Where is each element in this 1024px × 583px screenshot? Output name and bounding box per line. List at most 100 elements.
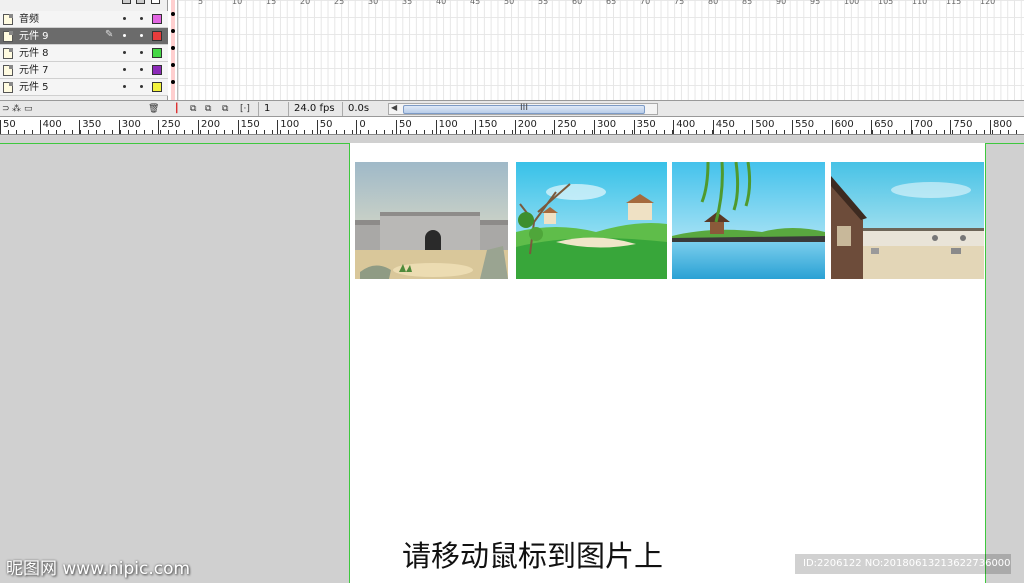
layer-name: 元件 7 — [19, 65, 49, 76]
stage-ruler-label: 150 — [237, 120, 260, 134]
frame-ruler-label: 120 — [980, 0, 996, 6]
stage-ruler-label: 100 — [435, 120, 458, 134]
add-layer-icon[interactable]: ⊃ — [2, 103, 10, 115]
scroll-grip: III — [520, 103, 528, 113]
visibility-dot[interactable] — [123, 68, 126, 71]
frame-ruler-label: 35 — [402, 0, 413, 6]
layer-row[interactable]: 元件 9 ✎ — [0, 28, 168, 45]
keyframe-dot[interactable] — [171, 29, 175, 33]
stage-ruler-label: 50 — [396, 120, 412, 134]
layer-name: 音频 — [19, 14, 39, 25]
layer-page-icon — [3, 65, 13, 76]
timeline-panel: 5 10 15 20 25 30 35 40 45 50 55 60 65 70 75 80 85 90 95 100… — [0, 0, 1024, 100]
frame-ruler-label: 45 — [470, 0, 481, 6]
stage-ruler-label: 50 — [316, 120, 333, 134]
layer-color-swatch[interactable] — [152, 14, 162, 24]
elapsed-time: 0.0s — [342, 102, 382, 116]
lock-dot[interactable] — [140, 17, 143, 20]
frame-ruler-label: 60 — [572, 0, 583, 6]
layer-page-icon — [3, 31, 13, 42]
stage-ruler-label: 300 — [594, 120, 616, 134]
outline-icon[interactable] — [151, 0, 160, 4]
lock-dot[interactable] — [140, 51, 143, 54]
eye-icon[interactable] — [122, 0, 131, 4]
lock-dot[interactable] — [140, 85, 143, 88]
edit-multiple-frames-icon[interactable]: ⧉ — [222, 103, 228, 115]
keyframe-dot[interactable] — [171, 12, 175, 16]
lake-pavilion-scene[interactable] — [672, 162, 825, 279]
flash-editor: 5 10 15 20 25 30 35 40 45 50 55 60 65 70 75 80 85 90 95 100… — [0, 0, 1024, 583]
frame-ruler-label: 85 — [742, 0, 753, 6]
layer-row[interactable]: 元件 5 — [0, 79, 168, 96]
layer-color-swatch[interactable] — [152, 82, 162, 92]
stage-ruler-label: 400 — [39, 120, 62, 134]
visibility-dot[interactable] — [123, 17, 126, 20]
layer-color-swatch[interactable] — [152, 65, 162, 75]
lock-dot[interactable] — [140, 68, 143, 71]
stage-ruler-label: 250 — [554, 120, 576, 134]
keyframe-dot[interactable] — [171, 80, 175, 84]
layer-page-icon — [3, 14, 13, 25]
onion-skin-icon[interactable]: ⧉ — [190, 103, 196, 115]
stage-ruler-label: 450 — [712, 120, 735, 134]
layer-row[interactable]: 元件 7 — [0, 62, 168, 79]
add-folder-icon[interactable]: ▭ — [24, 103, 33, 115]
modify-onion-markers-icon[interactable]: [·] — [240, 103, 250, 115]
layer-row[interactable]: 音频 — [0, 11, 168, 28]
lock-dot[interactable] — [140, 34, 143, 37]
layer-name: 元件 9 — [19, 31, 49, 42]
scroll-thumb[interactable]: III — [403, 103, 645, 114]
frame-ruler-label: 100 — [844, 0, 860, 6]
courtyard-scene[interactable] — [831, 162, 984, 279]
stage-ruler-label: 350 — [633, 120, 656, 134]
visibility-dot[interactable] — [123, 51, 126, 54]
watermark-id: ID:2206122 NO:20180613213622736000 — [795, 554, 1011, 574]
frame-ruler-label: 20 — [300, 0, 311, 6]
stage-ruler-label: 200 — [198, 120, 220, 134]
frame-ruler-label: 5 — [198, 0, 204, 6]
frame-ruler-label: 110 — [912, 0, 928, 6]
frame-ruler-label: 30 — [368, 0, 379, 6]
delete-layer-icon[interactable]: 🗑 — [148, 103, 159, 115]
keyframe-dot[interactable] — [171, 63, 175, 67]
layer-color-swatch[interactable] — [152, 48, 162, 58]
stage-ruler-label: 800 — [990, 120, 1012, 134]
stage-ruler-label: 350 — [79, 120, 101, 134]
stage-ruler-label: 250 — [158, 120, 180, 134]
lock-icon[interactable] — [136, 0, 145, 4]
frame-ruler-label: 80 — [708, 0, 719, 6]
layer-list: 音频元件 9 ✎ 元件 8 元件 7 元件 5 — [0, 0, 168, 100]
frame-ruler-label: 95 — [810, 0, 821, 6]
stage-ruler-label: 500 — [752, 120, 774, 134]
stage-ruler-label: 100 — [277, 120, 299, 134]
keyframe-dot[interactable] — [171, 46, 175, 50]
add-motion-guide-icon[interactable]: ⁂ — [12, 103, 21, 115]
stage-ruler-label: 300 — [118, 120, 141, 134]
watermark-logo: 昵图网 www.nipic.com — [6, 559, 191, 579]
frame-ruler-label: 90 — [776, 0, 787, 6]
layer-color-swatch[interactable] — [152, 31, 162, 41]
frame-grid[interactable] — [178, 0, 1024, 100]
visibility-dot[interactable] — [123, 85, 126, 88]
pencil-icon: ✎ — [105, 29, 114, 40]
layer-name: 元件 8 — [19, 48, 49, 59]
layer-page-icon — [3, 82, 13, 93]
frame-ruler-label: 10 — [232, 0, 243, 6]
visibility-dot[interactable] — [123, 34, 126, 37]
scroll-left-icon[interactable]: ◀ — [391, 103, 397, 112]
layer-row[interactable]: 元件 8 — [0, 45, 168, 62]
frame-ruler-label: 70 — [640, 0, 651, 6]
frame-ruler-label: 105 — [878, 0, 894, 6]
current-frame: 1 — [258, 102, 288, 116]
stage-ruler-label: 750 — [950, 120, 972, 134]
layer-page-icon — [3, 48, 13, 59]
onion-outline-icon[interactable]: ⧉ — [205, 103, 211, 115]
timeline-scrollbar[interactable]: ◀ III — [388, 103, 658, 115]
timeline-status-bar: ⊃ ⁂ ▭ 🗑 ┃ ⧉ ⧉ ⧉ [·] 1 24.0 fps 0.0s ◀ II… — [0, 100, 1024, 117]
city-wall-scene[interactable] — [355, 162, 508, 279]
frame-ruler-label: 15 — [266, 0, 277, 6]
center-frame-icon[interactable]: ┃ — [174, 103, 179, 115]
stage-ruler-label: 150 — [475, 120, 497, 134]
village-hill-scene[interactable] — [516, 162, 667, 279]
frame-rate[interactable]: 24.0 fps — [288, 102, 340, 116]
